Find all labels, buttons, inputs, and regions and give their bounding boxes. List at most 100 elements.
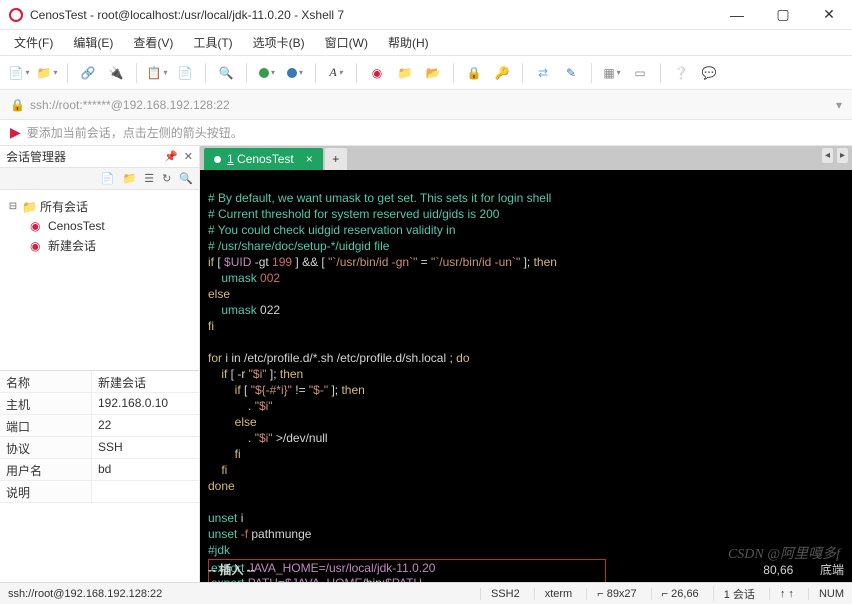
term-line <box>208 495 211 509</box>
prop-val: 22 <box>92 415 199 436</box>
feedback-button[interactable]: 💬 <box>698 62 720 84</box>
status-item: SSH2 <box>480 588 520 600</box>
folder-icon: 📁 <box>22 200 36 214</box>
new-session-button[interactable]: 📄 <box>8 62 30 84</box>
prop-key: 说明 <box>0 481 92 502</box>
prop-row: 主机192.168.0.10 <box>0 393 199 415</box>
tool-list-icon[interactable]: ☰ <box>144 172 154 185</box>
prop-val: bd <box>92 459 199 480</box>
vim-position: 80,66 底端 <box>763 563 844 578</box>
term-line: fi <box>208 447 241 461</box>
layout-button[interactable]: ▦ <box>601 62 623 84</box>
titlebar: CenosTest - root@localhost:/usr/local/jd… <box>0 0 852 30</box>
lock-icon: 🔒 <box>10 98 24 112</box>
folder-arrow-button[interactable]: 📂 <box>422 62 444 84</box>
separator <box>591 63 592 83</box>
terminal[interactable]: # By default, we want umask to get set. … <box>200 170 852 582</box>
tab-next-icon[interactable]: ▸ <box>837 148 848 163</box>
paste-button[interactable]: 📄 <box>174 62 196 84</box>
term-line: . "$i" >/dev/null <box>208 431 328 445</box>
toolbar: 📄 📁 🔗 🔌 📋 📄 🔍 A ◉ 📁 📂 🔒 🔑 ⇄ ✎ ▦ ▭ ❔ 💬 <box>0 56 852 90</box>
separator <box>660 63 661 83</box>
transfer-button[interactable]: ⇄ <box>532 62 554 84</box>
tab-cenostest[interactable]: 1 CenosTest × <box>204 148 323 170</box>
key-button[interactable]: 🔑 <box>491 62 513 84</box>
prop-row: 说明 <box>0 481 199 503</box>
separator <box>67 63 68 83</box>
tool-find-icon[interactable]: 🔍 <box>179 172 193 185</box>
status-item: ↑ ↑ <box>769 588 794 600</box>
maximize-button[interactable]: ▢ <box>760 0 806 30</box>
term-line: # By default, we want umask to get set. … <box>208 191 551 205</box>
flag-icon[interactable]: ▶ <box>10 124 21 141</box>
panel-close-icon[interactable]: ✕ <box>184 150 193 163</box>
copy-button[interactable]: 📋 <box>146 62 168 84</box>
watermark: CSDN @阿里嘎多f <box>728 547 840 562</box>
tab-prev-icon[interactable]: ◂ <box>822 148 833 163</box>
disconnect-button[interactable]: 🔌 <box>105 62 127 84</box>
minimize-button[interactable]: ― <box>714 0 760 30</box>
session-manager-panel: 会话管理器 📌 ✕ 📄 📁 ☰ ↻ 🔍 ⊟ 📁 所有会话 ◉ CenosTest <box>0 146 200 582</box>
separator <box>356 63 357 83</box>
close-button[interactable]: ✕ <box>806 0 852 30</box>
term-line: #jdk <box>208 543 230 557</box>
address-input[interactable] <box>30 98 830 112</box>
address-bar: 🔒 ▾ <box>0 90 852 120</box>
window-title: CenosTest - root@localhost:/usr/local/jd… <box>30 8 344 22</box>
status-right: SSH2 xterm ⌐ 89x27 ⌐ 26,66 1 会话 ↑ ↑ NUM <box>480 586 844 602</box>
term-line <box>208 335 211 349</box>
xshell-icon-button[interactable]: ◉ <box>366 62 388 84</box>
menu-tools[interactable]: 工具(T) <box>185 32 240 53</box>
tree-item-cenostest[interactable]: ◉ CenosTest <box>4 217 195 235</box>
menu-help[interactable]: 帮助(H) <box>380 32 437 53</box>
term-line: else <box>208 415 257 429</box>
edit-button[interactable]: ✎ <box>560 62 582 84</box>
term-line: if [ -r "$i" ]; then <box>208 367 303 381</box>
panel-tools: 📄 📁 ☰ ↻ 🔍 <box>0 168 199 190</box>
status-item: NUM <box>808 588 844 600</box>
panel-title: 会话管理器 <box>6 148 66 165</box>
lock-button[interactable]: 🔒 <box>463 62 485 84</box>
color1-button[interactable] <box>256 62 278 84</box>
menu-tabs[interactable]: 选项卡(B) <box>245 32 313 53</box>
font-button[interactable]: A <box>325 62 347 84</box>
menu-window[interactable]: 窗口(W) <box>317 32 376 53</box>
folder2-button[interactable]: 📁 <box>394 62 416 84</box>
address-dropdown-icon[interactable]: ▾ <box>836 98 842 112</box>
reconnect-button[interactable]: 🔗 <box>77 62 99 84</box>
find-button[interactable]: 🔍 <box>215 62 237 84</box>
panel-title-bar: 会话管理器 📌 ✕ <box>0 146 199 168</box>
status-left: ssh://root@192.168.192.128:22 <box>8 588 162 600</box>
tab-close-icon[interactable]: × <box>306 152 313 166</box>
term-line: fi <box>208 463 227 477</box>
tool-folder-icon[interactable]: 📁 <box>123 172 137 185</box>
prop-key: 用户名 <box>0 459 92 480</box>
menu-edit[interactable]: 编辑(E) <box>65 32 121 53</box>
term-line: if [ "${-#*i}" != "$-" ]; then <box>208 383 365 397</box>
open-session-button[interactable]: 📁 <box>36 62 58 84</box>
color2-button[interactable] <box>284 62 306 84</box>
prop-row: 协议SSH <box>0 437 199 459</box>
hint-text: 要添加当前会话，点击左侧的箭头按钮。 <box>27 124 243 141</box>
term-line: # You could check uidgid reservation val… <box>208 223 456 237</box>
tree-root[interactable]: ⊟ 📁 所有会话 <box>4 196 195 217</box>
menu-file[interactable]: 文件(F) <box>6 32 61 53</box>
pin-icon[interactable]: 📌 <box>164 150 178 163</box>
tab-add-button[interactable]: + <box>325 148 347 170</box>
tool-refresh-icon[interactable]: ↻ <box>162 172 171 185</box>
prop-row: 名称新建会话 <box>0 371 199 393</box>
prop-key: 主机 <box>0 393 92 414</box>
tool-new-icon[interactable]: 📄 <box>101 172 115 185</box>
menubar: 文件(F) 编辑(E) 查看(V) 工具(T) 选项卡(B) 窗口(W) 帮助(… <box>0 30 852 56</box>
screen-button[interactable]: ▭ <box>629 62 651 84</box>
session-tree: ⊟ 📁 所有会话 ◉ CenosTest ◉ 新建会话 <box>0 190 199 370</box>
prop-key: 名称 <box>0 371 92 392</box>
tab-status-icon <box>214 156 221 163</box>
status-bar: ssh://root@192.168.192.128:22 SSH2 xterm… <box>0 582 852 604</box>
menu-view[interactable]: 查看(V) <box>125 32 181 53</box>
separator <box>315 63 316 83</box>
term-line: umask 002 <box>208 271 280 285</box>
tree-item-new[interactable]: ◉ 新建会话 <box>4 235 195 256</box>
expander-icon[interactable]: ⊟ <box>8 201 18 212</box>
help-button[interactable]: ❔ <box>670 62 692 84</box>
